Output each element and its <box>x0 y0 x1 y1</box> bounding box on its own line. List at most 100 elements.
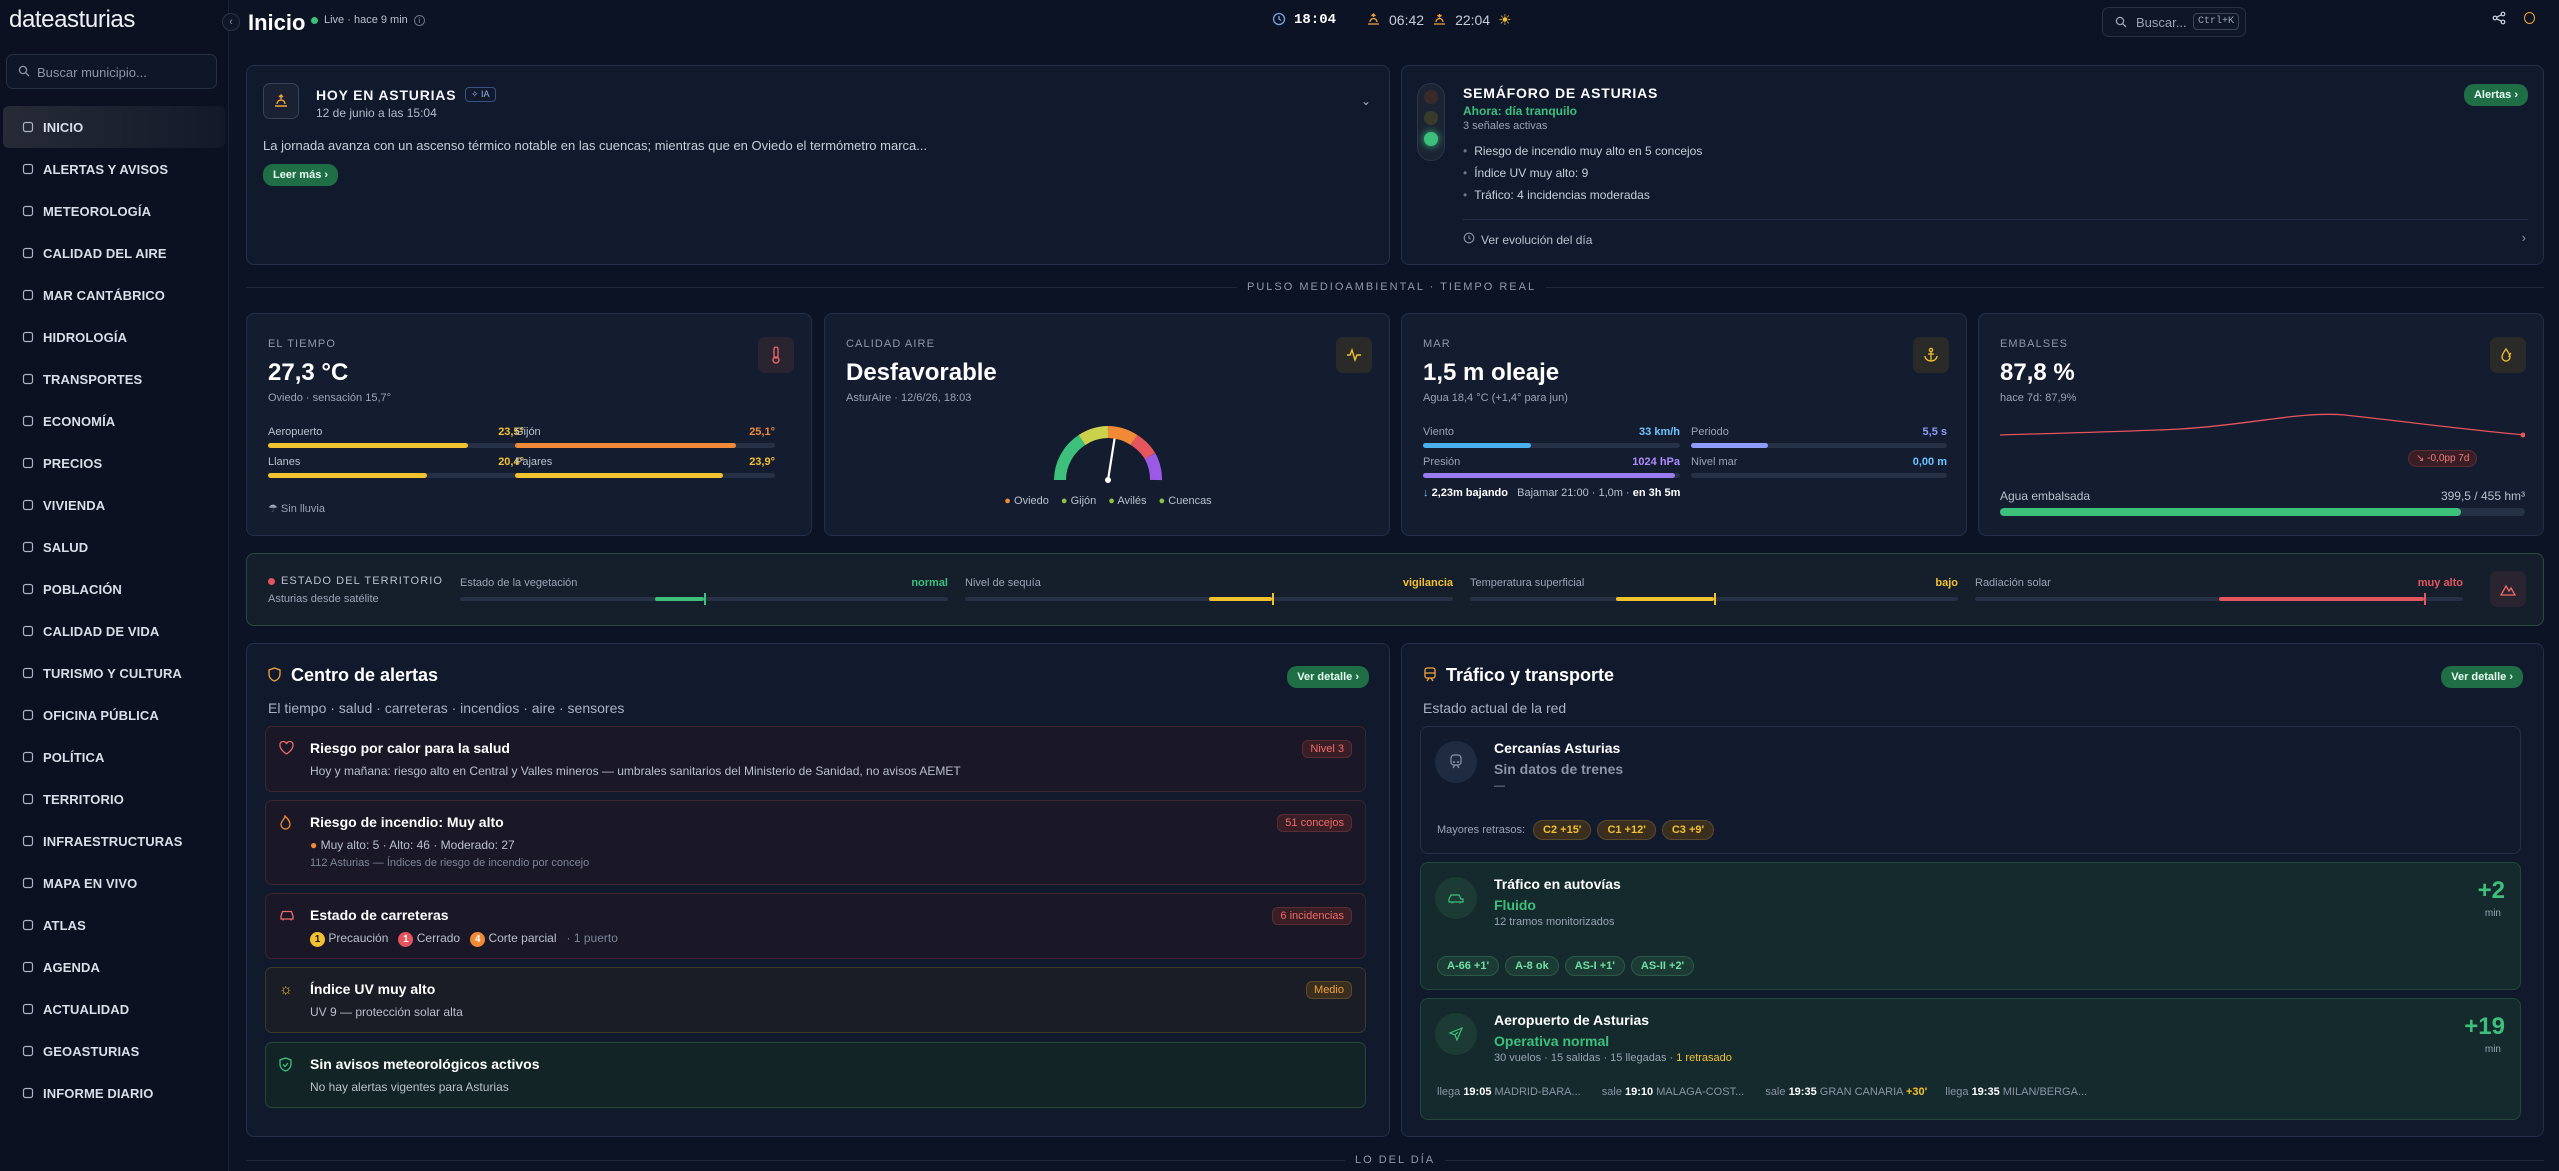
alert-fire[interactable]: Riesgo de incendio: Muy alto ● Muy alto:… <box>265 800 1366 885</box>
sidebar-item-política[interactable]: POLÍTICA <box>3 736 225 778</box>
chevron-right-icon[interactable]: › <box>2522 230 2526 245</box>
chevron-down-icon[interactable]: ⌄ <box>1361 94 1371 108</box>
highway-chip[interactable]: AS-II +2' <box>1630 956 1695 976</box>
airport-unit: min <box>2484 1044 2501 1055</box>
airport-status: Operativa normal <box>1494 1033 1610 1049</box>
sidebar-item-label: ATLAS <box>43 917 86 933</box>
alert-uv[interactable]: ☼ Índice UV muy alto UV 9 — protección s… <box>265 967 1366 1033</box>
sea-card[interactable]: MAR 1,5 m oleaje Agua 18,4 °C (+1,4° par… <box>1401 313 1967 536</box>
sidebar-item-calidad-de-vida[interactable]: CALIDAD DE VIDA <box>3 610 225 652</box>
sidebar-item-label: TURISMO Y CULTURA <box>43 665 182 681</box>
air-legend-item: ● Gijón <box>1060 495 1097 507</box>
delay-chip[interactable]: C2 +15' <box>1533 820 1592 840</box>
traffic-light-icon <box>1417 83 1445 161</box>
sidebar-item-mapa-en-vivo[interactable]: MAPA EN VIVO <box>3 862 225 904</box>
sidebar-item-label: TERRITORIO <box>43 791 124 807</box>
sidebar-item-label: ALERTAS Y AVISOS <box>43 161 169 177</box>
sidebar-item-mar-cantábrico[interactable]: MAR CANTÁBRICO <box>3 274 225 316</box>
theme-toggle-icon[interactable] <box>2524 12 2535 24</box>
airport-delta: +19 <box>2464 1013 2505 1040</box>
sidebar-item-territorio[interactable]: TERRITORIO <box>3 778 225 820</box>
sidebar-item-label: INFRAESTRUCTURAS <box>43 833 183 849</box>
wind-metric: Viento 33 km/h <box>1423 426 1680 448</box>
flight-item[interactable]: sale 19:10 MALAGA-COST... <box>1602 1086 1748 1098</box>
flight-item[interactable]: sale 19:35 GRAN CANARIA +30' <box>1765 1086 1927 1098</box>
alerts-sub: El tiempo · salud · carreteras · incendi… <box>268 700 625 716</box>
semaforo-list: • Riesgo de incendio muy alto en 5 concej… <box>1463 144 1702 210</box>
sunrise-card-icon <box>263 83 299 119</box>
flight-item[interactable]: llega 19:35 MILAN/BERGA... <box>1945 1086 2087 1098</box>
sidebar-item-actualidad[interactable]: ACTUALIDAD <box>3 988 225 1030</box>
air-legend-item: ● Cuencas <box>1158 495 1212 507</box>
alerts-detail-button[interactable]: Ver detalle › <box>1287 666 1369 688</box>
highway-chip[interactable]: A-8 ok <box>1505 956 1559 976</box>
sidebar-item-informe-diario[interactable]: INFORME DIARIO <box>3 1072 225 1114</box>
highway-title: Tráfico en autovías <box>1494 876 1621 892</box>
alert-title: Riesgo de incendio: Muy alto <box>310 814 504 830</box>
app-logo[interactable]: dateasturias <box>9 6 135 34</box>
sidebar-item-transportes[interactable]: TRANSPORTES <box>3 358 225 400</box>
delay-chip[interactable]: C1 +12' <box>1597 820 1656 840</box>
airport-panel[interactable]: Aeropuerto de Asturias Operativa normal … <box>1420 998 2521 1120</box>
share-icon[interactable] <box>2492 11 2506 30</box>
sidebar-item-label: OFICINA PÚBLICA <box>43 707 159 723</box>
sun-icon: ☀ <box>1498 12 1512 29</box>
sidebar-item-alertas-y-avisos[interactable]: ALERTAS Y AVISOS <box>3 148 225 190</box>
semaforo-item: • Índice UV muy alto: 9 <box>1463 166 1589 180</box>
alert-heat[interactable]: Riesgo por calor para la salud Hoy y mañ… <box>265 726 1366 792</box>
sidebar-item-población[interactable]: POBLACIÓN <box>3 568 225 610</box>
reservoirs-card[interactable]: EMBALSES 87,8 % hace 7d: 87,9% ↘ -0,0pp … <box>1978 313 2544 536</box>
sidebar-item-label: METEOROLOGÍA <box>43 203 152 219</box>
sidebar-item-economía[interactable]: ECONOMÍA <box>3 400 225 442</box>
activity-icon <box>1336 337 1372 373</box>
highway-chip[interactable]: AS-I +1' <box>1564 956 1625 976</box>
traffic-detail-button[interactable]: Ver detalle › <box>2441 666 2523 688</box>
alert-badge: Nivel 3 <box>1302 740 1352 758</box>
live-status: Live · hace 9 min i <box>311 14 425 26</box>
air-quality-card[interactable]: CALIDAD AIRE Desfavorable AsturAire · 12… <box>824 313 1390 536</box>
sidebar-item-atlas[interactable]: ATLAS <box>3 904 225 946</box>
flights-row: llega 19:05 MADRID-BARA... sale 19:10 MA… <box>1437 1086 2105 1098</box>
highway-panel[interactable]: Tráfico en autovías Fluido 12 tramos mon… <box>1420 862 2521 990</box>
flight-item[interactable]: llega 19:05 MADRID-BARA... <box>1437 1086 1584 1098</box>
flame-icon <box>279 814 294 830</box>
sidebar-item-meteorología[interactable]: METEOROLOGÍA <box>3 190 225 232</box>
sidebar-item-oficina-pública[interactable]: OFICINA PÚBLICA <box>3 694 225 736</box>
semaforo-item: • Riesgo de incendio muy alto en 5 concej… <box>1463 144 1703 158</box>
today-card: HOY EN ASTURIAS ✧ IA 12 de junio a las 1… <box>246 65 1390 265</box>
alerts-button[interactable]: Alertas › <box>2463 84 2528 106</box>
sidebar-item-turismo-y-cultura[interactable]: TURISMO Y CULTURA <box>3 652 225 694</box>
municipality-search-input[interactable]: Buscar municipio... <box>6 54 217 89</box>
territory-card: ESTADO DEL TERRITORIO Asturias desde sat… <box>246 553 2544 626</box>
delays-row: Mayores retrasos: C2 +15' C1 +12' C3 +9' <box>1437 820 1720 840</box>
sidebar-item-precios[interactable]: PRECIOS <box>3 442 225 484</box>
sidebar-item-label: TRANSPORTES <box>43 371 143 387</box>
delay-chip[interactable]: C3 +9' <box>1661 820 1715 840</box>
sidebar-item-agenda[interactable]: AGENDA <box>3 946 225 988</box>
cercanias-panel[interactable]: Cercanías Asturias Sin datos de trenes —… <box>1420 726 2521 854</box>
sidebar-item-calidad-del-aire[interactable]: CALIDAD DEL AIRE <box>3 232 225 274</box>
home-icon <box>21 499 34 512</box>
highway-chip[interactable]: A-66 +1' <box>1437 956 1500 976</box>
sea-label: MAR <box>1423 338 1451 350</box>
sidebar-item-infraestructuras[interactable]: INFRAESTRUCTURAS <box>3 820 225 862</box>
weather-card[interactable]: EL TIEMPO 27,3 °C Oviedo · sensación 15,… <box>246 313 812 536</box>
train-front-icon <box>1435 741 1477 783</box>
read-more-button[interactable]: Leer más › <box>263 164 339 186</box>
sidebar-item-vivienda[interactable]: VIVIENDA <box>3 484 225 526</box>
collapse-sidebar-button[interactable]: ‹ <box>222 13 240 31</box>
search-icon <box>18 65 30 80</box>
alert-no-warnings[interactable]: Sin avisos meteorológicos activos No hay… <box>265 1042 1366 1108</box>
info-icon[interactable]: i <box>413 14 425 26</box>
highway-chips: A-66 +1' A-8 ok AS-I +1' AS-II +2' <box>1437 956 1700 976</box>
train-icon <box>1423 667 1437 687</box>
semaforo-signals: 3 señales activas <box>1463 120 1548 132</box>
sidebar-item-inicio[interactable]: INICIO <box>3 106 225 148</box>
day-evolution-link[interactable]: Ver evolución del día <box>1463 232 1592 247</box>
sidebar-item-hidrología[interactable]: HIDROLOGÍA <box>3 316 225 358</box>
global-search-input[interactable]: Buscar... Ctrl+K <box>2102 7 2246 37</box>
alert-roads[interactable]: Estado de carreteras 1 Precaución 1 Cerr… <box>265 893 1366 959</box>
sidebar-item-salud[interactable]: SALUD <box>3 526 225 568</box>
sidebar-item-geoasturias[interactable]: GEOASTURIAS <box>3 1030 225 1072</box>
today-date: 12 de junio a las 15:04 <box>316 106 437 120</box>
